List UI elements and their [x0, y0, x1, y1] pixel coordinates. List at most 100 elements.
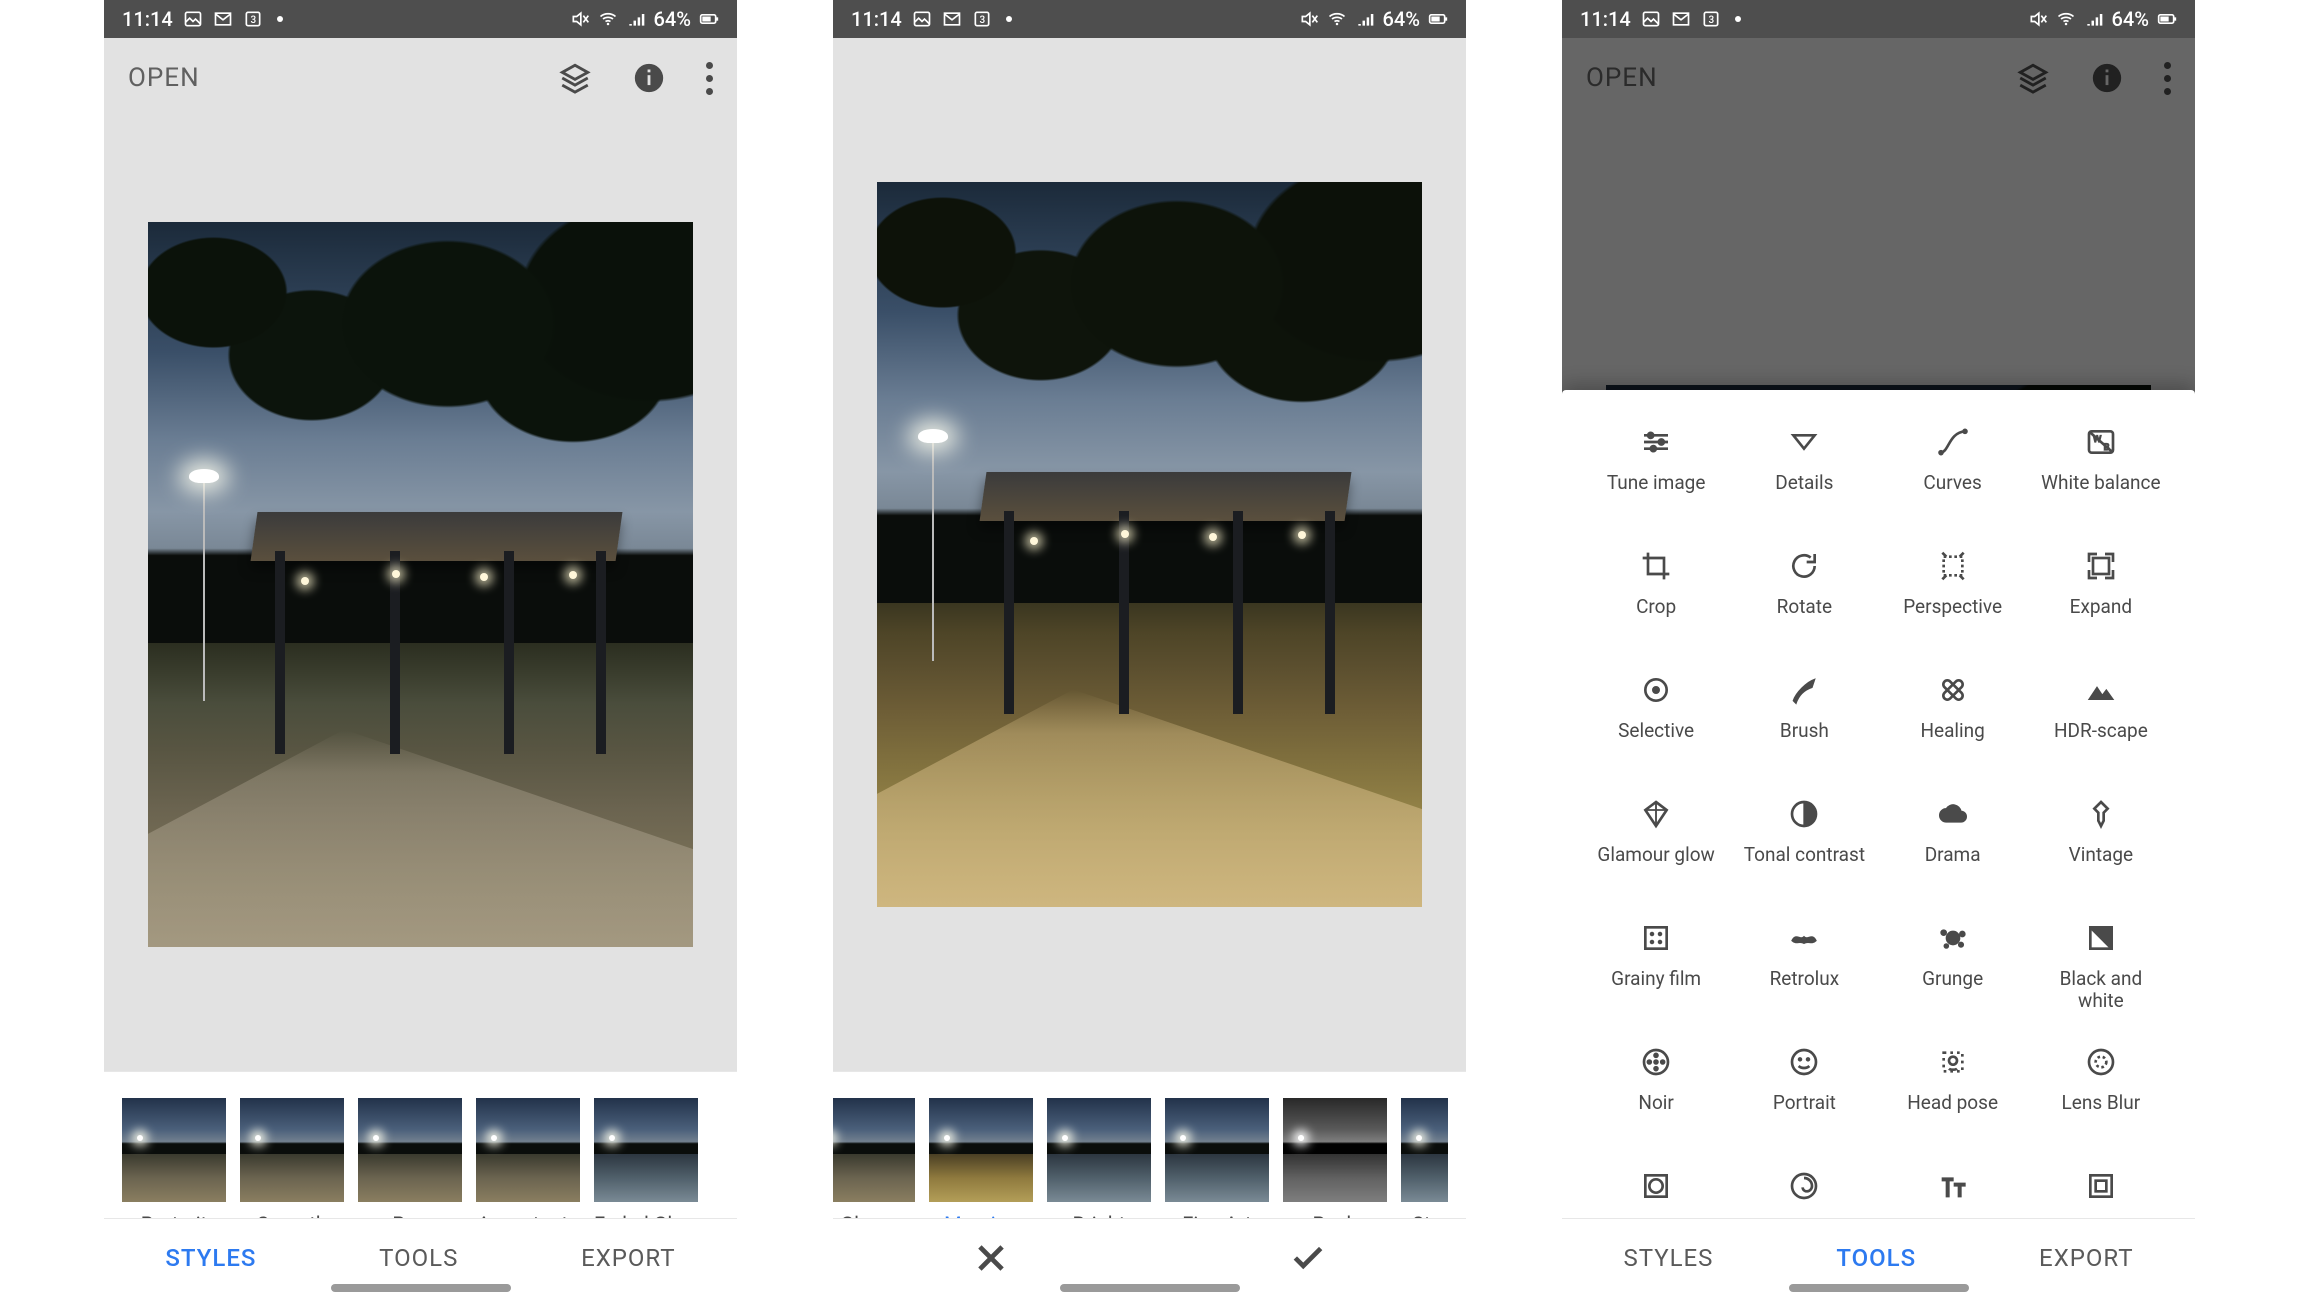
more-icon [2164, 62, 2171, 95]
tool-label: Crop [1636, 596, 1676, 618]
tab-styles[interactable]: STYLES [1623, 1244, 1713, 1272]
filter-thumb-morning[interactable]: Morning [929, 1098, 1033, 1236]
mountains-icon [2083, 672, 2119, 708]
image-canvas[interactable] [104, 118, 737, 1071]
tool-lens-blur[interactable]: Lens Blur [2027, 1044, 2175, 1166]
tool-label: Drama [1925, 844, 1981, 866]
filter-thumb-accentuate[interactable]: Accentuate [476, 1098, 580, 1236]
android-nav-pill[interactable] [1060, 1284, 1240, 1292]
tool-text-icon[interactable] [1879, 1168, 2027, 1218]
screen-styles: 11:14 64% OPEN [104, 0, 737, 1296]
tab-tools[interactable]: TOOLS [379, 1244, 458, 1272]
edited-photo [148, 222, 693, 947]
filter-thumb-glow[interactable]: Glow [833, 1098, 915, 1236]
tool-drama[interactable]: Drama [1879, 796, 2027, 918]
text-icon [1935, 1168, 1971, 1204]
app-header: OPEN [104, 38, 737, 118]
bw-icon [2083, 920, 2119, 956]
tool-white-balance[interactable]: White balance [2027, 424, 2175, 546]
filter-thumbnail [240, 1098, 344, 1202]
target-icon [1638, 672, 1674, 708]
tool-label: Perspective [1903, 596, 2002, 618]
rotate-icon [1786, 548, 1822, 584]
tab-styles[interactable]: STYLES [165, 1244, 256, 1272]
filter-thumbnail [929, 1098, 1033, 1202]
perspective-icon [1935, 548, 1971, 584]
filter-thumbnail [1401, 1098, 1448, 1202]
tool-vignette-icon[interactable] [1582, 1168, 1730, 1218]
status-bar: 11:14 64% [833, 0, 1466, 38]
status-time: 11:14 [122, 7, 173, 31]
tool-grainy-film[interactable]: Grainy film [1582, 920, 1730, 1042]
tool-rotate[interactable]: Rotate [1730, 548, 1878, 670]
confirm-button[interactable] [1289, 1239, 1327, 1277]
android-nav-pill[interactable] [1789, 1284, 1969, 1292]
tool-brush[interactable]: Brush [1730, 672, 1878, 794]
filter-thumb-faded-glow[interactable]: Faded Glow [594, 1098, 699, 1236]
tool-label: Lens Blur [2062, 1092, 2141, 1114]
tool-retrolux[interactable]: Retrolux [1730, 920, 1878, 1042]
tab-export[interactable]: EXPORT [2039, 1244, 2134, 1272]
image-canvas[interactable] [833, 118, 1466, 1071]
tool-portrait[interactable]: Portrait [1730, 1044, 1878, 1166]
tool-frame-icon[interactable] [2027, 1168, 2175, 1218]
tool-details[interactable]: Details [1730, 424, 1878, 546]
halfcircle-icon [1786, 796, 1822, 832]
tab-export[interactable]: EXPORT [581, 1244, 676, 1272]
filter-thumb-structure[interactable]: Structure [1401, 1098, 1448, 1236]
face-icon [1786, 1044, 1822, 1080]
tool-black-and-white[interactable]: Black and white [2027, 920, 2175, 1042]
open-button: OPEN [1586, 63, 1658, 93]
tool-selective[interactable]: Selective [1582, 672, 1730, 794]
tool-curves[interactable]: Curves [1879, 424, 2027, 546]
reel-icon [1638, 1044, 1674, 1080]
cancel-button[interactable] [972, 1239, 1010, 1277]
tool-grunge[interactable]: Grunge [1879, 920, 2027, 1042]
expand-icon [2083, 548, 2119, 584]
layers-icon[interactable] [558, 61, 592, 95]
swirl-icon [1786, 1168, 1822, 1204]
tool-glamour-glow[interactable]: Glamour glow [1582, 796, 1730, 918]
layers-icon [2016, 61, 2050, 95]
tool-label: Tune image [1607, 472, 1706, 494]
more-icon[interactable] [706, 62, 713, 95]
tool-label: Healing [1920, 720, 1984, 742]
filter-thumb-fine-art[interactable]: Fine Art [1165, 1098, 1269, 1236]
info-icon[interactable] [632, 61, 666, 95]
mute-icon [570, 9, 590, 29]
filter-thumb-smooth[interactable]: Smooth [240, 1098, 344, 1236]
tool-label: Brush [1780, 720, 1829, 742]
tool-noir[interactable]: Noir [1582, 1044, 1730, 1166]
brush-icon [1786, 672, 1822, 708]
tool-head-pose[interactable]: Head pose [1879, 1044, 2027, 1166]
filter-thumb-push[interactable]: Push [1283, 1098, 1387, 1236]
film-icon [1638, 920, 1674, 956]
tool-swirl-icon[interactable] [1730, 1168, 1878, 1218]
tool-healing[interactable]: Healing [1879, 672, 2027, 794]
filter-thumb-bright[interactable]: Bright [1047, 1098, 1151, 1236]
tool-vintage[interactable]: Vintage [2027, 796, 2175, 918]
tool-crop[interactable]: Crop [1582, 548, 1730, 670]
android-nav-pill[interactable] [331, 1284, 511, 1292]
filter-thumbnail [1165, 1098, 1269, 1202]
tool-tonal-contrast[interactable]: Tonal contrast [1730, 796, 1878, 918]
tool-expand[interactable]: Expand [2027, 548, 2175, 670]
status-battery: 64% [1383, 7, 1420, 31]
open-button[interactable]: OPEN [128, 63, 200, 93]
screen-tools: 11:14 64% OPEN [1562, 0, 2195, 1296]
tool-label: Head pose [1907, 1092, 1998, 1114]
tool-hdr-scape[interactable]: HDR-scape [2027, 672, 2175, 794]
filter-thumbnail [122, 1098, 226, 1202]
tool-perspective[interactable]: Perspective [1879, 548, 2027, 670]
mustache-icon [1786, 920, 1822, 956]
filter-thumb-portrait[interactable]: Portrait [122, 1098, 226, 1236]
filter-thumb-pop[interactable]: Pop [358, 1098, 462, 1236]
tool-tune-image[interactable]: Tune image [1582, 424, 1730, 546]
status-time: 11:14 [1580, 7, 1631, 31]
status-bar: 11:14 64% [1562, 0, 2195, 38]
signal-icon [626, 9, 646, 29]
wifi-icon [2056, 9, 2076, 29]
lensblur-icon [2083, 1044, 2119, 1080]
splat-icon [1935, 920, 1971, 956]
tab-tools[interactable]: TOOLS [1836, 1244, 1916, 1272]
